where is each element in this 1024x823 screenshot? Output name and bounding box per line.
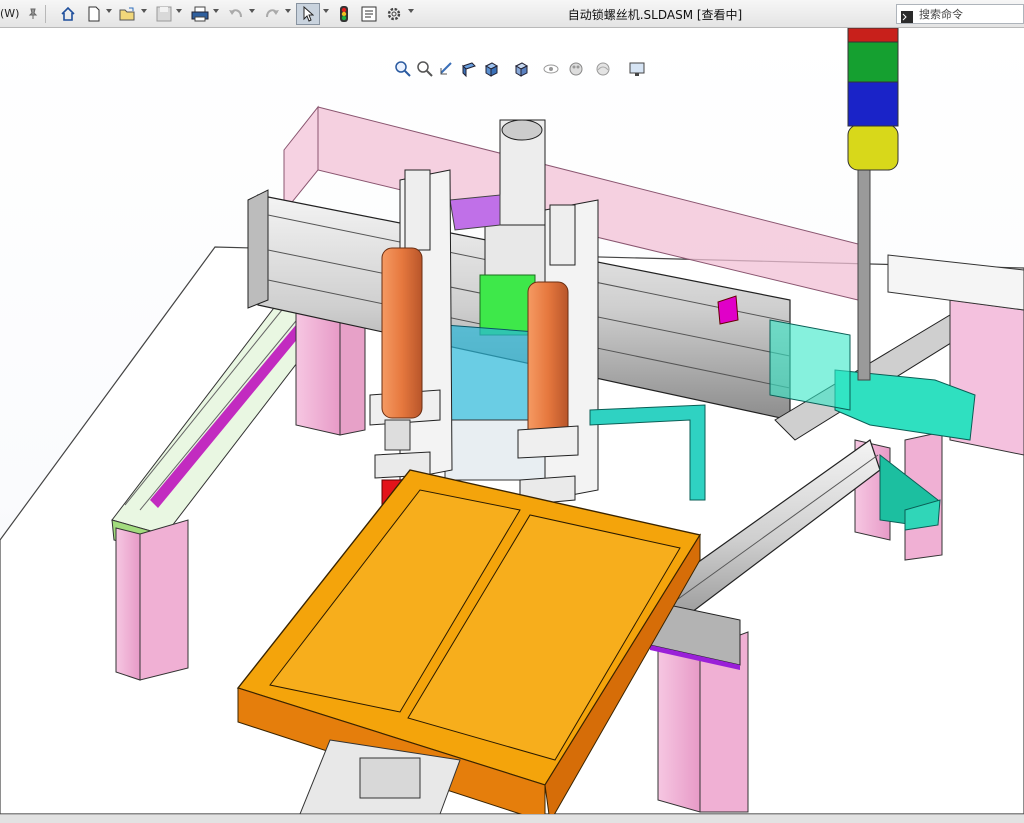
save-dropdown-icon[interactable] [176,9,182,13]
document-title: 自动锁螺丝机.SLDASM [查看中] [567,8,743,22]
select-icon[interactable] [296,3,320,25]
redo-icon[interactable] [262,4,282,24]
open-dropdown-icon[interactable] [141,9,147,13]
toolbar-separator [45,5,46,23]
new-dropdown-icon[interactable] [106,9,112,13]
undo-icon[interactable] [226,4,246,24]
print-dropdown-icon[interactable] [213,9,219,13]
edit-appearance-icon[interactable] [568,60,586,78]
new-icon[interactable] [84,4,104,24]
zoom-to-fit-icon[interactable] [394,60,412,78]
search-input[interactable] [917,6,1024,23]
view-orientation-icon[interactable] [482,60,500,78]
file-properties-icon[interactable] [359,4,379,24]
assembly-model [0,28,1024,814]
apply-scene-icon[interactable] [594,60,612,78]
view-settings-icon[interactable] [628,60,646,78]
home-icon[interactable] [58,4,78,24]
main-toolbar: (W) 自动锁螺丝机.SLDASM [查看中] [0,0,1024,28]
save-icon[interactable] [154,4,174,24]
section-view-icon[interactable] [460,60,478,78]
redo-dropdown-icon[interactable] [285,9,291,13]
rebuild-icon[interactable] [336,4,352,24]
command-prompt-icon [901,8,913,27]
graphics-area[interactable] [0,28,1024,814]
zoom-to-area-icon[interactable] [416,60,434,78]
previous-view-icon[interactable] [438,60,456,78]
print-icon[interactable] [190,4,210,24]
display-style-icon[interactable] [512,60,530,78]
options-icon[interactable] [384,4,404,24]
search-box[interactable] [896,4,1024,24]
open-icon[interactable] [118,4,138,24]
hide-show-items-icon[interactable] [542,60,560,78]
pin-icon[interactable] [25,4,41,24]
undo-dropdown-icon[interactable] [249,9,255,13]
select-dropdown-icon[interactable] [323,9,329,13]
window-menu-fragment[interactable]: (W) [0,7,19,20]
options-dropdown-icon[interactable] [408,9,414,13]
